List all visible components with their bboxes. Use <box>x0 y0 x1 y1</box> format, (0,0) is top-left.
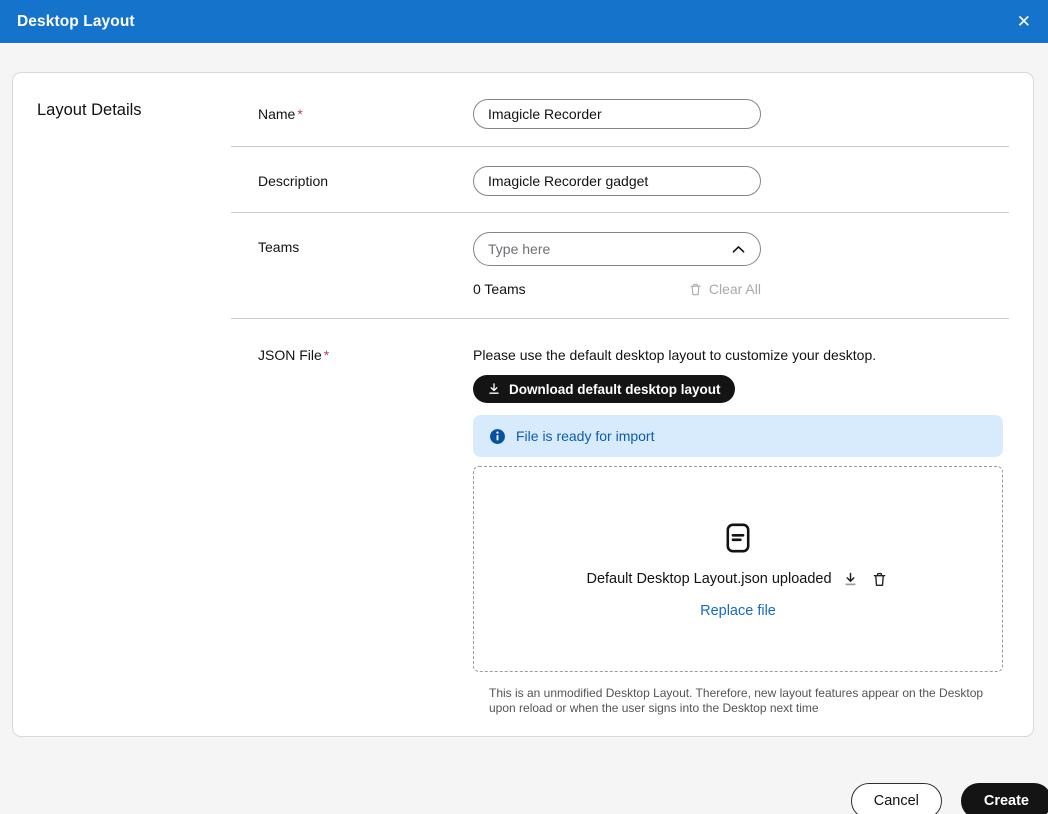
uploaded-file-line: Default Desktop Layout.json uploaded <box>586 569 889 590</box>
json-file-row: JSON File* Please use the default deskto… <box>231 319 1009 716</box>
layout-details-card: Layout Details Name* Description Teams <box>12 72 1034 737</box>
unmodified-layout-note: This is an unmodified Desktop Layout. Th… <box>489 686 989 716</box>
json-file-label: JSON File* <box>231 340 473 716</box>
download-button-label: Download default desktop layout <box>509 382 721 397</box>
clear-all-label: Clear All <box>709 281 761 297</box>
delete-file-icon[interactable] <box>869 569 890 590</box>
teams-combobox[interactable] <box>473 232 761 266</box>
download-file-icon[interactable] <box>840 569 861 590</box>
create-button[interactable]: Create <box>961 783 1048 814</box>
trash-icon <box>688 282 703 297</box>
info-banner-text: File is ready for import <box>516 428 654 444</box>
teams-input[interactable] <box>488 241 730 257</box>
dialog-footer: Cancel Create <box>851 783 1048 814</box>
section-column: Layout Details <box>13 73 231 736</box>
clear-all-button[interactable]: Clear All <box>688 281 761 297</box>
name-row: Name* <box>231 73 1009 147</box>
download-default-layout-button[interactable]: Download default desktop layout <box>473 375 735 403</box>
file-dropzone[interactable]: Default Desktop Layout.json uploaded Rep… <box>473 466 1003 672</box>
teams-meta-row: 0 Teams Clear All <box>473 281 761 297</box>
required-asterisk: * <box>324 347 329 363</box>
name-label: Name* <box>231 99 473 129</box>
info-banner: File is ready for import <box>473 415 1003 457</box>
cancel-button[interactable]: Cancel <box>851 783 942 814</box>
form-column: Name* Description Teams <box>231 73 1009 736</box>
chevron-up-icon[interactable] <box>730 241 747 258</box>
required-asterisk: * <box>297 106 302 122</box>
document-icon <box>720 520 756 556</box>
json-instruction: Please use the default desktop layout to… <box>473 340 1003 363</box>
description-input[interactable] <box>473 166 761 196</box>
dialog-title: Desktop Layout <box>17 13 135 31</box>
info-icon <box>489 428 506 445</box>
section-title: Layout Details <box>37 101 231 120</box>
uploaded-file-text: Default Desktop Layout.json uploaded <box>586 571 831 587</box>
description-row: Description <box>231 147 1009 213</box>
download-icon <box>487 382 501 396</box>
dialog-header: Desktop Layout ✕ <box>0 0 1048 43</box>
name-input[interactable] <box>473 99 761 129</box>
teams-count: 0 Teams <box>473 281 526 297</box>
teams-label: Teams <box>231 232 473 297</box>
description-label: Description <box>231 166 473 196</box>
replace-file-link[interactable]: Replace file <box>700 603 776 619</box>
teams-row: Teams 0 Teams Clear All <box>231 213 1009 319</box>
close-icon[interactable]: ✕ <box>1017 13 1031 30</box>
